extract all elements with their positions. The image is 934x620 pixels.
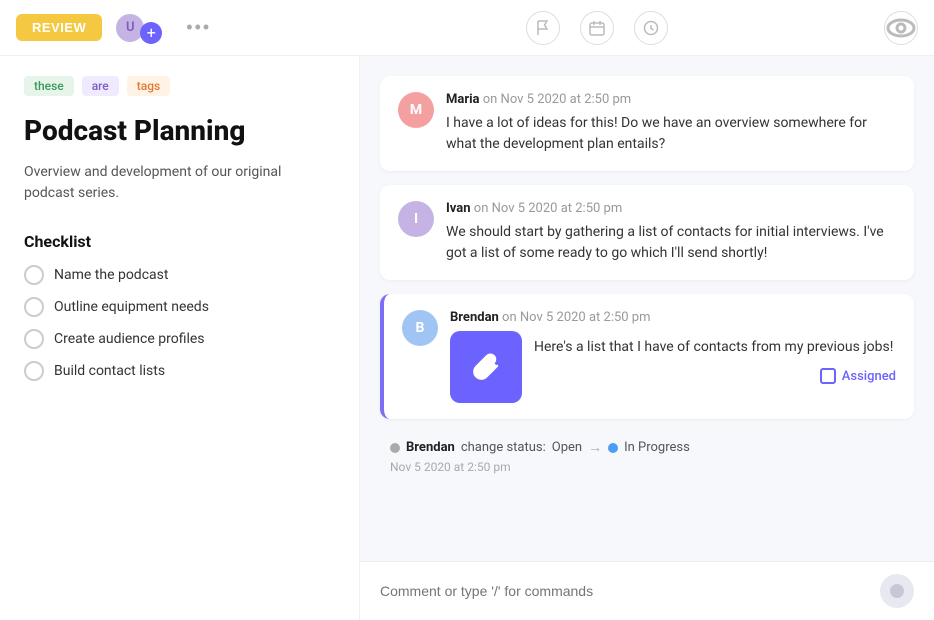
checklist-label-1: Name the podcast (54, 267, 168, 283)
status-row: Brendan change status: Open → In Progres… (390, 439, 904, 456)
checklist-label-2: Outline equipment needs (54, 299, 209, 315)
status-dot-open (390, 443, 400, 453)
checklist: Name the podcast Outline equipment needs… (24, 265, 335, 381)
checkbox-2[interactable] (24, 297, 44, 317)
page-title: Podcast Planning (24, 114, 335, 148)
comment-input[interactable] (380, 583, 870, 599)
tag-are[interactable]: are (82, 76, 119, 96)
status-from: Open (552, 440, 582, 455)
checklist-item-3[interactable]: Create audience profiles (24, 329, 335, 349)
avatar-brendan: B (402, 310, 438, 346)
checklist-item-1[interactable]: Name the podcast (24, 265, 335, 285)
comment-body-ivan: Ivan on Nov 5 2020 at 2:50 pm We should … (446, 201, 896, 264)
tag-these[interactable]: these (24, 76, 74, 96)
clock-icon-button[interactable] (634, 11, 668, 45)
arrow-right-icon: → (588, 439, 602, 456)
status-prefix: change status: (461, 440, 546, 455)
assigned-row: Assigned (534, 368, 896, 384)
tags-row: these are tags (24, 76, 335, 96)
checklist-label-3: Create audience profiles (54, 331, 205, 347)
comment-timestamp-ivan: on Nov 5 2020 at 2:50 pm (474, 201, 622, 216)
toolbar-left: REVIEW U + ••• (16, 12, 376, 44)
attachment-block[interactable] (450, 331, 522, 403)
avatar-ivan: I (398, 201, 434, 237)
page-description: Overview and development of our original… (24, 162, 335, 204)
send-button[interactable] (880, 574, 914, 608)
comment-text-ivan: We should start by gathering a list of c… (446, 222, 896, 264)
flag-icon-button[interactable] (526, 11, 560, 45)
comment-brendan: B Brendan on Nov 5 2020 at 2:50 pm (380, 294, 914, 419)
right-panel: M Maria on Nov 5 2020 at 2:50 pm I have … (360, 56, 934, 620)
comment-text-maria: I have a lot of ideas for this! Do we ha… (446, 113, 896, 155)
checkbox-4[interactable] (24, 361, 44, 381)
avatar-maria: M (398, 92, 434, 128)
comment-ivan: I Ivan on Nov 5 2020 at 2:50 pm We shoul… (380, 185, 914, 280)
checklist-label-4: Build contact lists (54, 363, 165, 379)
comment-author-brendan: Brendan (450, 310, 499, 325)
checklist-heading: Checklist (24, 232, 335, 251)
status-timestamp: Nov 5 2020 at 2:50 pm (390, 460, 904, 474)
toolbar-center (376, 11, 818, 45)
checkbox-3[interactable] (24, 329, 44, 349)
comment-author-ivan: Ivan (446, 201, 471, 216)
checklist-item-2[interactable]: Outline equipment needs (24, 297, 335, 317)
more-button[interactable]: ••• (186, 17, 211, 38)
comment-ts-maria: on Nov 5 2020 at 2:50 pm (483, 92, 631, 107)
send-icon (889, 583, 905, 599)
toolbar-right (818, 11, 918, 45)
assigned-checkbox[interactable] (820, 368, 836, 384)
status-author: Brendan (406, 440, 455, 455)
eye-icon-button[interactable] (884, 11, 918, 45)
status-to: In Progress (624, 440, 690, 455)
avatar-group: U + (114, 12, 162, 44)
comment-header-brendan: Brendan on Nov 5 2020 at 2:50 pm (450, 310, 896, 325)
comment-header-ivan: Ivan on Nov 5 2020 at 2:50 pm (446, 201, 896, 216)
checkbox-1[interactable] (24, 265, 44, 285)
calendar-icon-button[interactable] (580, 11, 614, 45)
assigned-label: Assigned (842, 369, 896, 384)
paperclip-icon (472, 353, 500, 381)
comment-input-area (360, 561, 934, 620)
brendan-content: Brendan on Nov 5 2020 at 2:50 pm (450, 310, 896, 403)
brendan-message: Here's a list that I have of contacts fr… (534, 337, 896, 358)
left-panel: these are tags Podcast Planning Overview… (0, 56, 360, 620)
review-button[interactable]: REVIEW (16, 14, 102, 41)
status-change: Brendan change status: Open → In Progres… (380, 433, 914, 480)
brendan-card-inner: B Brendan on Nov 5 2020 at 2:50 pm (384, 294, 914, 419)
status-dot-inprogress (608, 443, 618, 453)
toolbar: REVIEW U + ••• (0, 0, 934, 56)
checklist-item-4[interactable]: Build contact lists (24, 361, 335, 381)
add-member-button[interactable]: + (140, 22, 162, 44)
comment-author-maria: Maria (446, 92, 480, 107)
comments-area: M Maria on Nov 5 2020 at 2:50 pm I have … (360, 56, 934, 561)
comment-header-maria: Maria on Nov 5 2020 at 2:50 pm (446, 92, 896, 107)
comment-maria: M Maria on Nov 5 2020 at 2:50 pm I have … (380, 76, 914, 171)
comment-body-maria: Maria on Nov 5 2020 at 2:50 pm I have a … (446, 92, 896, 155)
tag-tags[interactable]: tags (127, 76, 170, 96)
comment-timestamp-brendan: on Nov 5 2020 at 2:50 pm (502, 310, 650, 325)
main-content: these are tags Podcast Planning Overview… (0, 56, 934, 620)
brendan-msg-area: Here's a list that I have of contacts fr… (534, 331, 896, 384)
